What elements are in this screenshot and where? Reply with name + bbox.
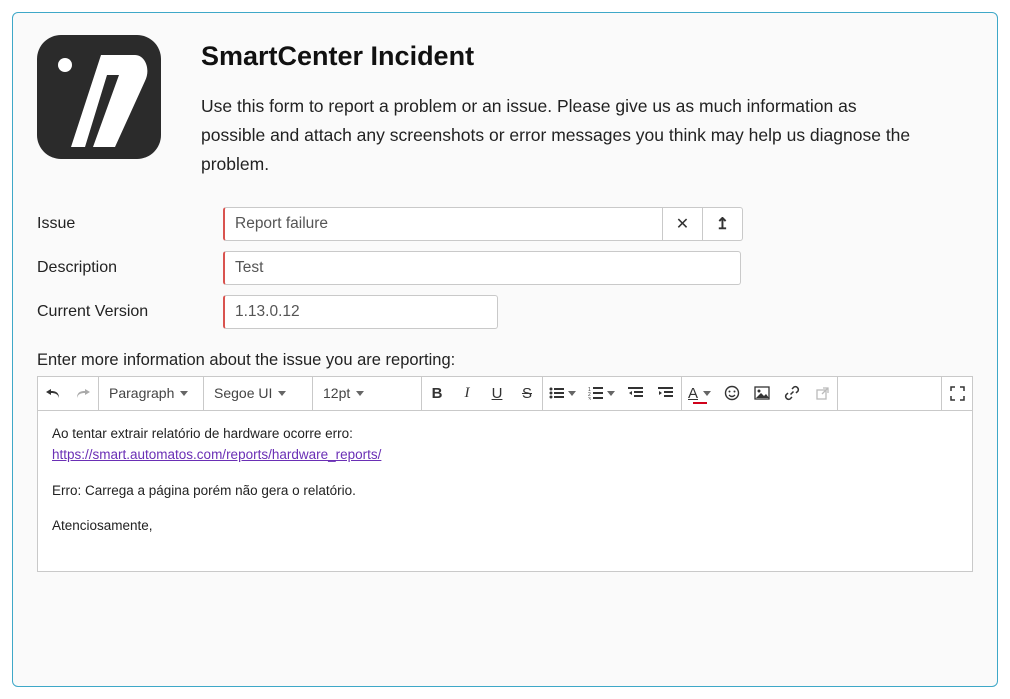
insert-link-button[interactable] <box>777 377 807 410</box>
external-link-icon <box>815 386 830 401</box>
redo-button[interactable] <box>68 377 98 410</box>
strikethrough-button[interactable]: S <box>512 377 542 410</box>
editor-content[interactable]: Ao tentar extrair relatório de hardware … <box>38 411 972 571</box>
lookup-issue-button[interactable]: ↥ <box>703 207 743 241</box>
page-title: SmartCenter Incident <box>201 41 973 72</box>
fullscreen-icon <box>950 386 965 401</box>
emoji-icon <box>724 385 740 401</box>
intro-text: Use this form to report a problem or an … <box>201 92 921 179</box>
chevron-down-icon <box>278 391 286 396</box>
version-input[interactable] <box>223 295 498 329</box>
italic-button[interactable]: I <box>452 377 482 410</box>
rich-text-editor: Paragraph Segoe UI 12pt B I <box>37 376 973 572</box>
block-format-select[interactable]: Paragraph <box>99 377 203 410</box>
indent-button[interactable] <box>651 377 681 410</box>
chevron-down-icon <box>607 391 615 396</box>
redo-icon <box>75 386 91 400</box>
description-label: Description <box>37 259 223 277</box>
font-size-select[interactable]: 12pt <box>313 377 421 410</box>
outdent-button[interactable] <box>621 377 651 410</box>
outdent-icon <box>628 386 644 400</box>
underline-button[interactable]: U <box>482 377 512 410</box>
editor-link[interactable]: https://smart.automatos.com/reports/hard… <box>52 447 381 462</box>
italic-icon: I <box>465 385 470 402</box>
numbered-list-button[interactable]: 123 <box>582 377 621 410</box>
editor-line: Ao tentar extrair relatório de hardware … <box>52 423 958 445</box>
bold-button[interactable]: B <box>422 377 452 410</box>
version-label: Current Version <box>37 303 223 321</box>
description-input[interactable] <box>223 251 741 285</box>
font-size-value: 12pt <box>323 385 350 401</box>
text-color-icon: A <box>688 385 698 402</box>
strikethrough-icon: S <box>522 385 532 402</box>
insert-image-button[interactable] <box>747 377 777 410</box>
issue-input[interactable] <box>223 207 663 241</box>
arrow-up-icon: ↥ <box>716 214 729 234</box>
svg-text:3: 3 <box>588 397 591 400</box>
open-link-button[interactable] <box>807 377 837 410</box>
numbered-list-icon: 123 <box>588 386 604 400</box>
close-icon: ✕ <box>676 214 689 234</box>
editor-line: Erro: Carrega a página porém não gera o … <box>52 480 958 502</box>
chevron-down-icon <box>568 391 576 396</box>
bullet-list-button[interactable] <box>543 377 582 410</box>
issue-label: Issue <box>37 215 223 233</box>
fullscreen-button[interactable] <box>942 377 972 410</box>
header: SmartCenter Incident Use this form to re… <box>37 35 973 179</box>
text-color-button[interactable]: A <box>682 377 717 410</box>
image-icon <box>754 386 770 400</box>
app-logo <box>37 35 161 159</box>
chevron-down-icon <box>180 391 188 396</box>
link-icon <box>784 385 800 401</box>
chevron-down-icon <box>703 391 711 396</box>
editor-toolbar: Paragraph Segoe UI 12pt B I <box>38 377 972 411</box>
more-info-label: Enter more information about the issue y… <box>37 351 973 370</box>
undo-button[interactable] <box>38 377 68 410</box>
indent-icon <box>658 386 674 400</box>
clear-issue-button[interactable]: ✕ <box>663 207 703 241</box>
editor-line: Atenciosamente, <box>52 515 958 537</box>
underline-icon: U <box>492 385 503 402</box>
font-family-value: Segoe UI <box>214 385 272 401</box>
chevron-down-icon <box>356 391 364 396</box>
bullet-list-icon <box>549 386 565 400</box>
block-format-value: Paragraph <box>109 385 174 401</box>
undo-icon <box>45 386 61 400</box>
bold-icon: B <box>432 385 443 402</box>
font-family-select[interactable]: Segoe UI <box>204 377 312 410</box>
incident-form-panel: SmartCenter Incident Use this form to re… <box>12 12 998 687</box>
emoji-button[interactable] <box>717 377 747 410</box>
